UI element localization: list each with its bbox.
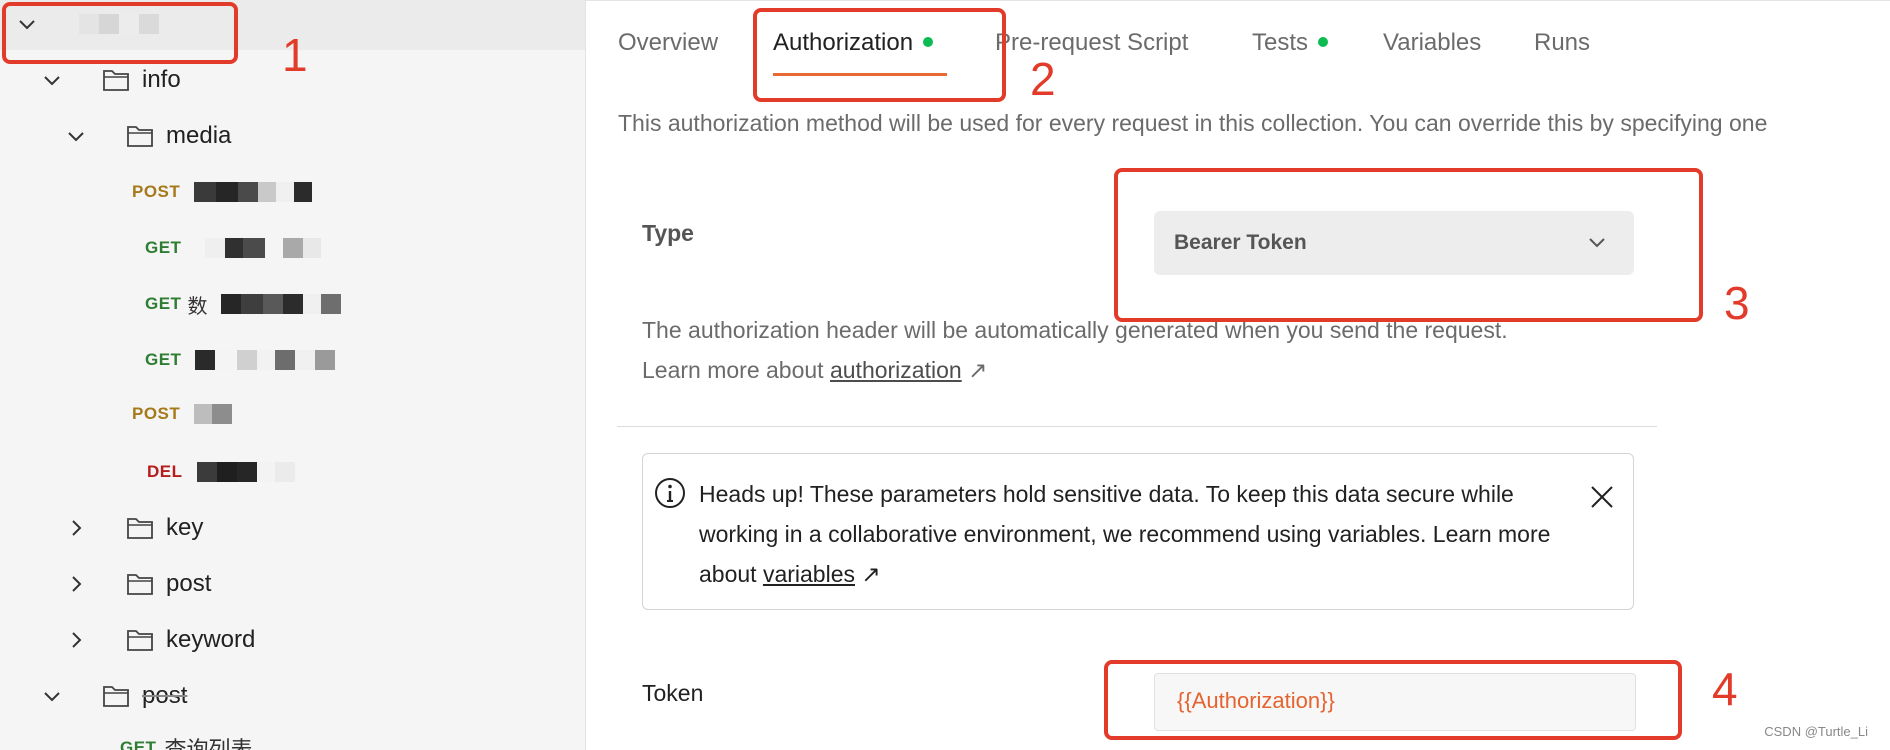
authorization-link[interactable]: authorization	[830, 357, 962, 383]
method-badge: DEL	[147, 462, 183, 481]
request-item[interactable]: POST	[132, 394, 233, 434]
tree-folder-post-root[interactable]: post	[40, 676, 187, 716]
external-link-icon: ↗	[861, 561, 881, 587]
tree-folder-post[interactable]: post	[64, 564, 211, 604]
tab-label: Variables	[1383, 29, 1482, 56]
method-badge: GET	[145, 294, 182, 313]
redacted-request-name	[205, 238, 322, 258]
folder-label: info	[142, 66, 181, 93]
folder-icon	[126, 628, 154, 652]
request-label: 查询列表	[164, 737, 253, 750]
method-badge: POST	[132, 182, 181, 201]
chevron-down-icon[interactable]	[40, 684, 64, 708]
method-badge: GET	[120, 738, 157, 750]
close-icon[interactable]	[1589, 484, 1615, 515]
type-label: Type	[642, 220, 694, 246]
redacted-request-name	[195, 350, 336, 370]
method-badge: GET	[145, 238, 182, 257]
tab-label: Overview	[618, 29, 719, 56]
help-text: The authorization header will be automat…	[642, 317, 1508, 383]
tree-folder-key[interactable]: key	[64, 508, 203, 548]
folder-icon	[102, 68, 130, 92]
request-item[interactable]: DEL	[147, 452, 295, 492]
collection-sidebar: info media POST GET GET 数 GET POST DEL k…	[0, 0, 586, 750]
info-icon	[653, 476, 687, 515]
method-badge: POST	[132, 404, 181, 423]
tab-label: Pre-request Script	[995, 29, 1189, 56]
auth-description: This authorization method will be used f…	[618, 110, 1768, 136]
request-label: 数	[187, 295, 208, 318]
folder-label: key	[166, 514, 204, 541]
chevron-down-icon[interactable]	[40, 68, 64, 92]
redacted-request-name	[194, 404, 233, 424]
method-badge: GET	[145, 350, 182, 369]
redacted-request-name	[194, 182, 313, 202]
alert-text: Heads up! These parameters hold sensitiv…	[699, 474, 1579, 594]
tab-label: Tests	[1252, 29, 1309, 56]
request-item[interactable]: GET 查询列表	[120, 728, 252, 750]
tab-pre-request-script[interactable]: Pre-request Script	[995, 29, 1188, 57]
status-dot	[1318, 36, 1329, 47]
annotation-box-2	[753, 8, 1006, 102]
folder-label: media	[166, 122, 232, 149]
sensitive-data-alert: Heads up! These parameters hold sensitiv…	[642, 453, 1634, 610]
annotation-number-4: 4	[1712, 663, 1738, 715]
redacted-request-name	[221, 294, 342, 314]
chevron-right-icon[interactable]	[64, 516, 88, 540]
tab-runs[interactable]: Runs	[1534, 29, 1590, 57]
redacted-request-name	[196, 462, 295, 482]
folder-label: keyword	[166, 626, 256, 653]
annotation-number-2: 2	[1030, 53, 1056, 105]
annotation-box-1	[2, 2, 238, 64]
tree-folder-info[interactable]: info	[40, 60, 181, 100]
divider	[617, 426, 1657, 427]
annotation-box-4	[1104, 660, 1682, 740]
annotation-number-1: 1	[282, 29, 308, 81]
watermark: CSDN @Turtle_Li	[1764, 724, 1868, 739]
folder-icon	[126, 572, 154, 596]
chevron-right-icon[interactable]	[64, 628, 88, 652]
chevron-down-icon[interactable]	[64, 124, 88, 148]
folder-icon	[102, 684, 130, 708]
folder-label: post	[142, 682, 188, 709]
auth-help-text: The authorization header will be automat…	[642, 310, 1522, 390]
folder-icon	[126, 124, 154, 148]
tab-label: Runs	[1534, 29, 1591, 56]
request-item[interactable]: GET	[145, 228, 322, 268]
tab-tests[interactable]: Tests	[1252, 29, 1329, 57]
tree-folder-media[interactable]: media	[64, 116, 231, 156]
annotation-number-3: 3	[1724, 277, 1750, 329]
folder-label: post	[166, 570, 212, 597]
tree-folder-keyword[interactable]: keyword	[64, 620, 255, 660]
request-item[interactable]: POST	[132, 172, 313, 212]
folder-icon	[126, 516, 154, 540]
variables-link[interactable]: variables	[763, 561, 855, 587]
token-label: Token	[642, 680, 704, 706]
request-item[interactable]: GET 数	[145, 284, 342, 324]
annotation-box-3	[1114, 168, 1703, 322]
request-item[interactable]: GET	[145, 340, 336, 380]
tab-overview[interactable]: Overview	[618, 29, 718, 57]
tab-variables[interactable]: Variables	[1383, 29, 1481, 57]
external-link-icon: ↗	[968, 357, 988, 383]
chevron-right-icon[interactable]	[64, 572, 88, 596]
